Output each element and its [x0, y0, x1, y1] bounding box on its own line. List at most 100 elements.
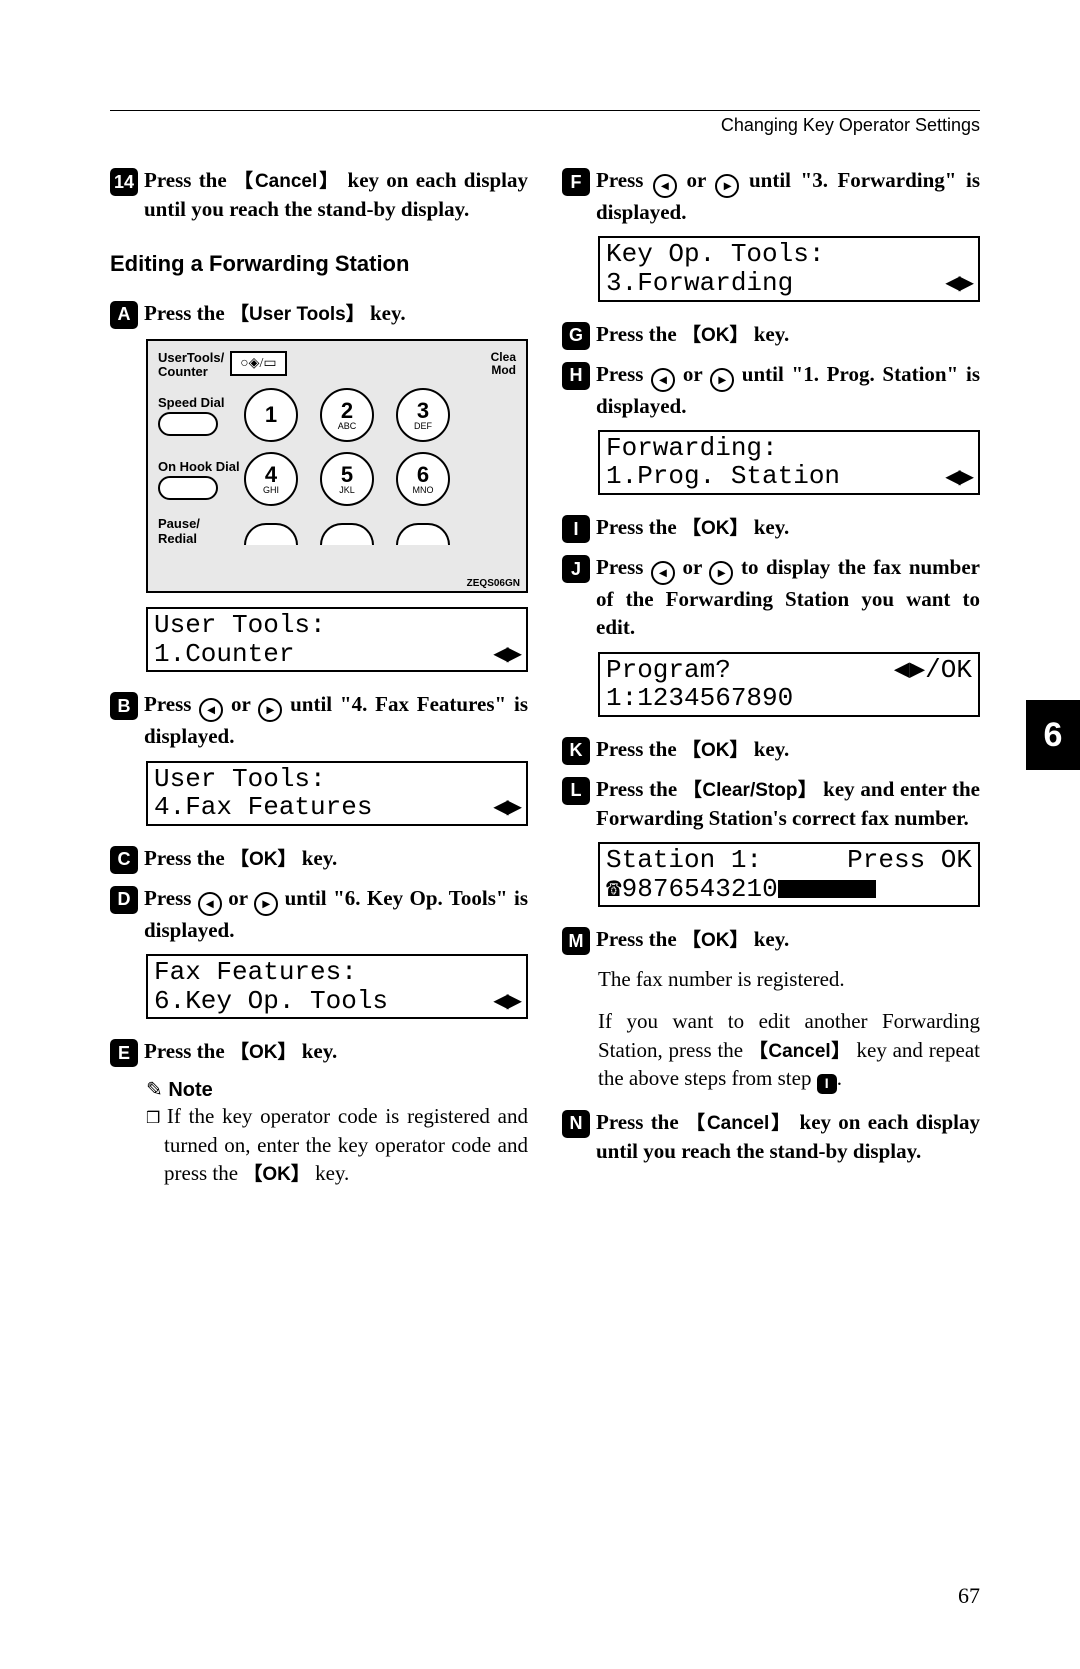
step-C-text: Press the 【OK】 key. — [144, 844, 337, 873]
step-N: N Press the 【Cancel】 key on each display… — [562, 1108, 980, 1165]
lcd-2-line1: User Tools: — [154, 765, 520, 794]
note-heading: Note — [146, 1077, 528, 1102]
step-badge-G: G — [562, 322, 590, 350]
header-text: Changing Key Operator Settings — [110, 115, 980, 136]
step-N-text: Press the 【Cancel】 key on each display u… — [596, 1108, 980, 1165]
lcd-7-line1l: Station 1: — [606, 846, 762, 875]
lcd-5: Forwarding: 1.Prog. Station ◀▶ — [598, 430, 980, 495]
step-badge-K: K — [562, 737, 590, 765]
step-I-text: Press the 【OK】 key. — [596, 513, 789, 542]
kp-code: ZEQS06GN — [467, 578, 520, 589]
step-badge-B: B — [110, 692, 138, 720]
lcd-arrows-icon: ◀▶ — [945, 466, 972, 488]
step-J-text: Press ◂ or ▸ to display the fax number o… — [596, 553, 980, 642]
step-H: H Press ◂ or ▸ until "1. Prog. Station" … — [562, 360, 980, 420]
lcd-3: Fax Features: 6.Key Op. Tools ◀▶ — [146, 954, 528, 1019]
lcd-7-line1r: Press OK — [847, 846, 972, 875]
step-A: A Press the 【User Tools】 key. — [110, 299, 528, 329]
left-column: 14 Press the 【Cancel】 key on each displa… — [110, 166, 528, 1188]
lcd-3-line2: 6.Key Op. Tools — [154, 987, 388, 1016]
kp-key-6: 6MNO — [396, 452, 450, 506]
lcd-7: Station 1: Press OK ☎9876543210 — [598, 842, 980, 907]
kp-key-4: 4GHI — [244, 452, 298, 506]
step-K: K Press the 【OK】 key. — [562, 735, 980, 765]
step-badge-14: 14 — [110, 168, 138, 196]
step-badge-A: A — [110, 301, 138, 329]
step-E-text: Press the 【OK】 key. — [144, 1037, 337, 1066]
lcd-arrows-icon: ◀▶ — [945, 272, 972, 294]
step-J: J Press ◂ or ▸ to display the fax number… — [562, 553, 980, 642]
step-F: F Press ◂ or ▸ until "3. Forwarding" is … — [562, 166, 980, 226]
step-A-text: Press the 【User Tools】 key. — [144, 299, 406, 328]
note-body: If the key operator code is registered a… — [164, 1102, 528, 1187]
lcd-6-line1r: ◀▶/OK — [894, 656, 972, 685]
step-badge-I: I — [562, 515, 590, 543]
lcd-1: User Tools: 1.Counter ◀▶ — [146, 607, 528, 672]
step-badge-F: F — [562, 168, 590, 196]
step-H-text: Press ◂ or ▸ until "1. Prog. Station" is… — [596, 360, 980, 420]
header-rule — [110, 110, 980, 111]
kp-display-box: ○◈/▭ — [230, 351, 286, 376]
step-L: L Press the 【Clear/Stop】 key and enter t… — [562, 775, 980, 832]
kp-top-right: CleaMod — [491, 351, 516, 377]
step-K-text: Press the 【OK】 key. — [596, 735, 789, 764]
step-G-text: Press the 【OK】 key. — [596, 320, 789, 349]
kp-pause: Pause/Redial — [158, 516, 244, 546]
lcd-5-line1: Forwarding: — [606, 434, 972, 463]
step-D-text: Press ◂ or ▸ until "6. Key Op. Tools" is… — [144, 884, 528, 944]
step-B: B Press ◂ or ▸ until "4. Fax Features" i… — [110, 690, 528, 750]
step-badge-D: D — [110, 886, 138, 914]
kp-key-8 — [320, 523, 374, 545]
step-badge-H: H — [562, 362, 590, 390]
step-G: G Press the 【OK】 key. — [562, 320, 980, 350]
step-I: I Press the 【OK】 key. — [562, 513, 980, 543]
kp-speeddial: Speed Dial — [158, 395, 244, 436]
kp-key-5: 5JKL — [320, 452, 374, 506]
step-B-text: Press ◂ or ▸ until "4. Fax Features" is … — [144, 690, 528, 750]
lcd-3-line1: Fax Features: — [154, 958, 520, 987]
step-14-text: Press the 【Cancel】 key on each display u… — [144, 166, 528, 223]
lcd-arrows-icon: ◀▶ — [493, 643, 520, 665]
step-L-text: Press the 【Clear/Stop】 key and enter the… — [596, 775, 980, 832]
page: Changing Key Operator Settings 14 Press … — [0, 0, 1080, 1669]
lcd-5-line2: 1.Prog. Station — [606, 462, 840, 491]
page-number: 67 — [958, 1583, 980, 1609]
lcd-4: Key Op. Tools: 3.Forwarding ◀▶ — [598, 236, 980, 301]
right-column: F Press ◂ or ▸ until "3. Forwarding" is … — [562, 166, 980, 1188]
lcd-2: User Tools: 4.Fax Features ◀▶ — [146, 761, 528, 826]
kp-usertools-label: UserTools/Counter — [158, 351, 224, 378]
lcd-6-line2: 1:1234567890 — [606, 684, 972, 713]
lcd-1-line1: User Tools: — [154, 611, 520, 640]
section-tab: 6 — [1026, 700, 1080, 770]
kp-key-7 — [244, 523, 298, 545]
step-badge-J: J — [562, 555, 590, 583]
step-E: E Press the 【OK】 key. — [110, 1037, 528, 1067]
step-badge-N: N — [562, 1110, 590, 1138]
subheading-editing: Editing a Forwarding Station — [110, 251, 528, 277]
lcd-arrows-icon: ◀▶ — [493, 796, 520, 818]
step-M: M Press the 【OK】 key. — [562, 925, 980, 955]
keypad-illustration: UserTools/Counter ○◈/▭ CleaMod Speed Dia… — [146, 339, 528, 593]
step-badge-E: E — [110, 1039, 138, 1067]
step-M-text: Press the 【OK】 key. — [596, 925, 789, 954]
lcd-7-line2: ☎9876543210 — [606, 875, 972, 904]
lcd-4-line1: Key Op. Tools: — [606, 240, 972, 269]
kp-key-1: 1 — [244, 388, 298, 442]
kp-key-2: 2ABC — [320, 388, 374, 442]
lcd-4-line2: 3.Forwarding — [606, 269, 793, 298]
lcd-6-line1l: Program? — [606, 656, 731, 685]
step-badge-C: C — [110, 846, 138, 874]
lcd-2-line2: 4.Fax Features — [154, 793, 372, 822]
body-repeat: If you want to edit another Forwarding S… — [598, 1007, 980, 1093]
step-C: C Press the 【OK】 key. — [110, 844, 528, 874]
kp-key-9 — [396, 523, 450, 545]
kp-key-3: 3DEF — [396, 388, 450, 442]
lcd-1-line2: 1.Counter — [154, 640, 294, 669]
kp-onhook: On Hook Dial — [158, 459, 244, 500]
step-F-text: Press ◂ or ▸ until "3. Forwarding" is di… — [596, 166, 980, 226]
lcd-6: Program? ◀▶/OK 1:1234567890 — [598, 652, 980, 717]
step-D: D Press ◂ or ▸ until "6. Key Op. Tools" … — [110, 884, 528, 944]
columns: 14 Press the 【Cancel】 key on each displa… — [110, 166, 980, 1188]
step-14: 14 Press the 【Cancel】 key on each displa… — [110, 166, 528, 223]
lcd-arrows-icon: ◀▶ — [493, 990, 520, 1012]
